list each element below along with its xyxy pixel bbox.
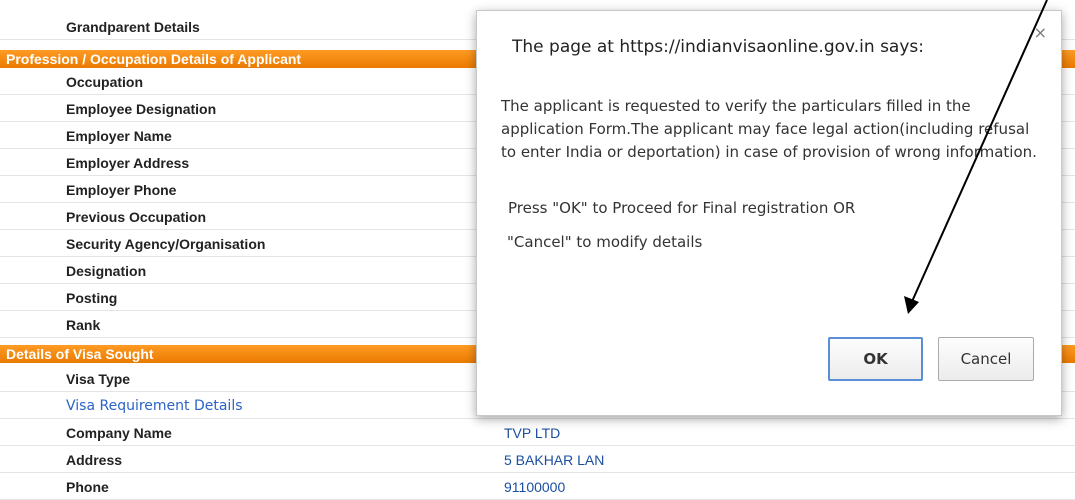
row-label: Employee Designation — [66, 101, 217, 117]
row-label: Previous Occupation — [66, 209, 207, 225]
close-icon[interactable]: × — [1034, 23, 1047, 42]
ok-button[interactable]: OK — [828, 337, 923, 381]
dialog-instruction-cancel: "Cancel" to modify details — [507, 233, 703, 251]
row-value: TVP LTD — [504, 425, 561, 441]
dialog-message-text: The applicant is requested to verify the… — [501, 97, 1037, 161]
row-label: Posting — [66, 290, 118, 306]
row-label: Employer Phone — [66, 182, 177, 198]
dialog-message: The applicant is requested to verify the… — [501, 95, 1041, 254]
visa-requirement-link[interactable]: Visa Requirement Details — [66, 398, 243, 414]
form-row: Address 5 BAKHAR LAN — [0, 446, 1075, 473]
row-label: Security Agency/Organisation — [66, 236, 266, 252]
row-label: Rank — [66, 317, 101, 333]
row-value: 5 BAKHAR LAN — [504, 452, 605, 468]
row-label: Visa Type — [66, 371, 131, 387]
row-label: Occupation — [66, 74, 144, 90]
confirm-dialog: The page at https://indianvisaonline.gov… — [476, 10, 1062, 416]
row-label: Employer Address — [66, 155, 190, 171]
row-label: Address — [66, 452, 123, 468]
row-label: Designation — [66, 263, 147, 279]
dialog-instruction-ok: Press "OK" to Proceed for Final registra… — [508, 199, 856, 217]
row-label: Employer Name — [66, 128, 172, 144]
dialog-title: The page at https://indianvisaonline.gov… — [512, 37, 924, 57]
row-label: Grandparent Details — [66, 19, 200, 35]
form-row: Company Name TVP LTD — [0, 419, 1075, 446]
form-row: Phone 91100000 — [0, 473, 1075, 500]
row-label: Company Name — [66, 425, 172, 441]
cancel-button[interactable]: Cancel — [938, 337, 1034, 381]
